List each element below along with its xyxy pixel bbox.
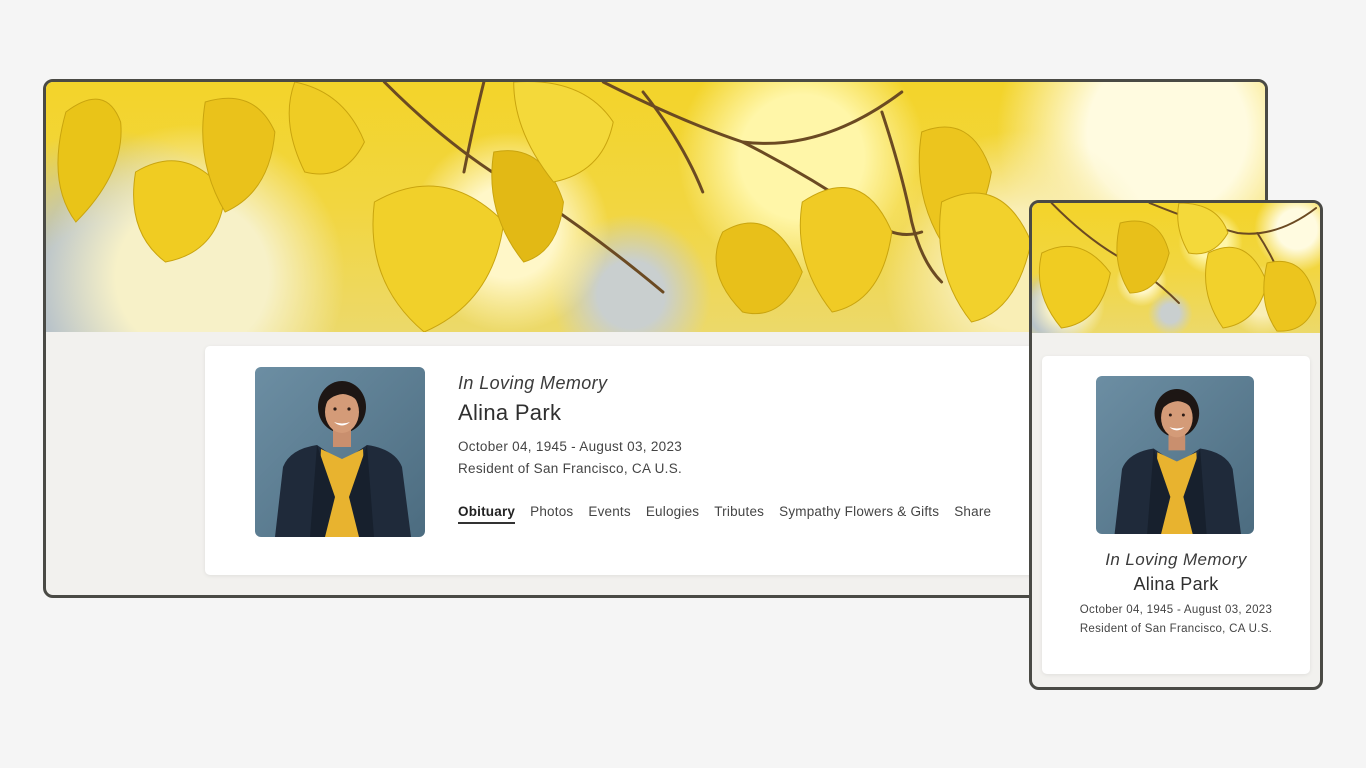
- deceased-name: Alina Park: [458, 400, 562, 425]
- mobile-profile-photo: [1096, 376, 1254, 534]
- mobile-life-dates: October 04, 1945 - August 03, 2023: [1079, 604, 1273, 616]
- mobile-preview-frame: In Loving Memory Alina Park October 04, …: [1029, 200, 1323, 690]
- tab-tributes[interactable]: Tributes: [714, 504, 764, 524]
- tab-sympathy-flowers-gifts[interactable]: Sympathy Flowers & Gifts: [779, 504, 939, 524]
- portrait-image: [255, 367, 425, 537]
- life-dates: October 04, 1945 - August 03, 2023: [458, 439, 683, 454]
- mobile-profile-info: In Loving Memory Alina Park October 04, …: [1042, 550, 1310, 635]
- tab-obituary[interactable]: Obituary: [458, 504, 516, 524]
- profile-photo: [255, 367, 425, 537]
- mobile-residence: Resident of San Francisco, CA U.S.: [1079, 623, 1273, 635]
- mobile-portrait-image: [1096, 376, 1254, 534]
- profile-card: In Loving Memory Alina Park October 04, …: [205, 346, 1105, 575]
- tab-eulogies[interactable]: Eulogies: [646, 504, 699, 524]
- memorial-tabs: Obituary Photos Events Eulogies Tributes…: [458, 504, 1078, 524]
- residence: Resident of San Francisco, CA U.S.: [458, 461, 683, 476]
- mobile-memorial-tagline: In Loving Memory: [1105, 550, 1247, 569]
- profile-info: In Loving Memory Alina Park October 04, …: [458, 373, 1078, 524]
- tab-photos[interactable]: Photos: [530, 504, 573, 524]
- mobile-profile-card: In Loving Memory Alina Park October 04, …: [1042, 356, 1310, 674]
- memorial-tagline: In Loving Memory: [458, 373, 608, 393]
- mobile-cover-banner-image: [1032, 203, 1320, 333]
- tab-events[interactable]: Events: [588, 504, 630, 524]
- tab-share[interactable]: Share: [954, 504, 991, 524]
- mobile-autumn-leaves-image: [1038, 203, 1318, 332]
- mobile-deceased-name: Alina Park: [1133, 574, 1219, 594]
